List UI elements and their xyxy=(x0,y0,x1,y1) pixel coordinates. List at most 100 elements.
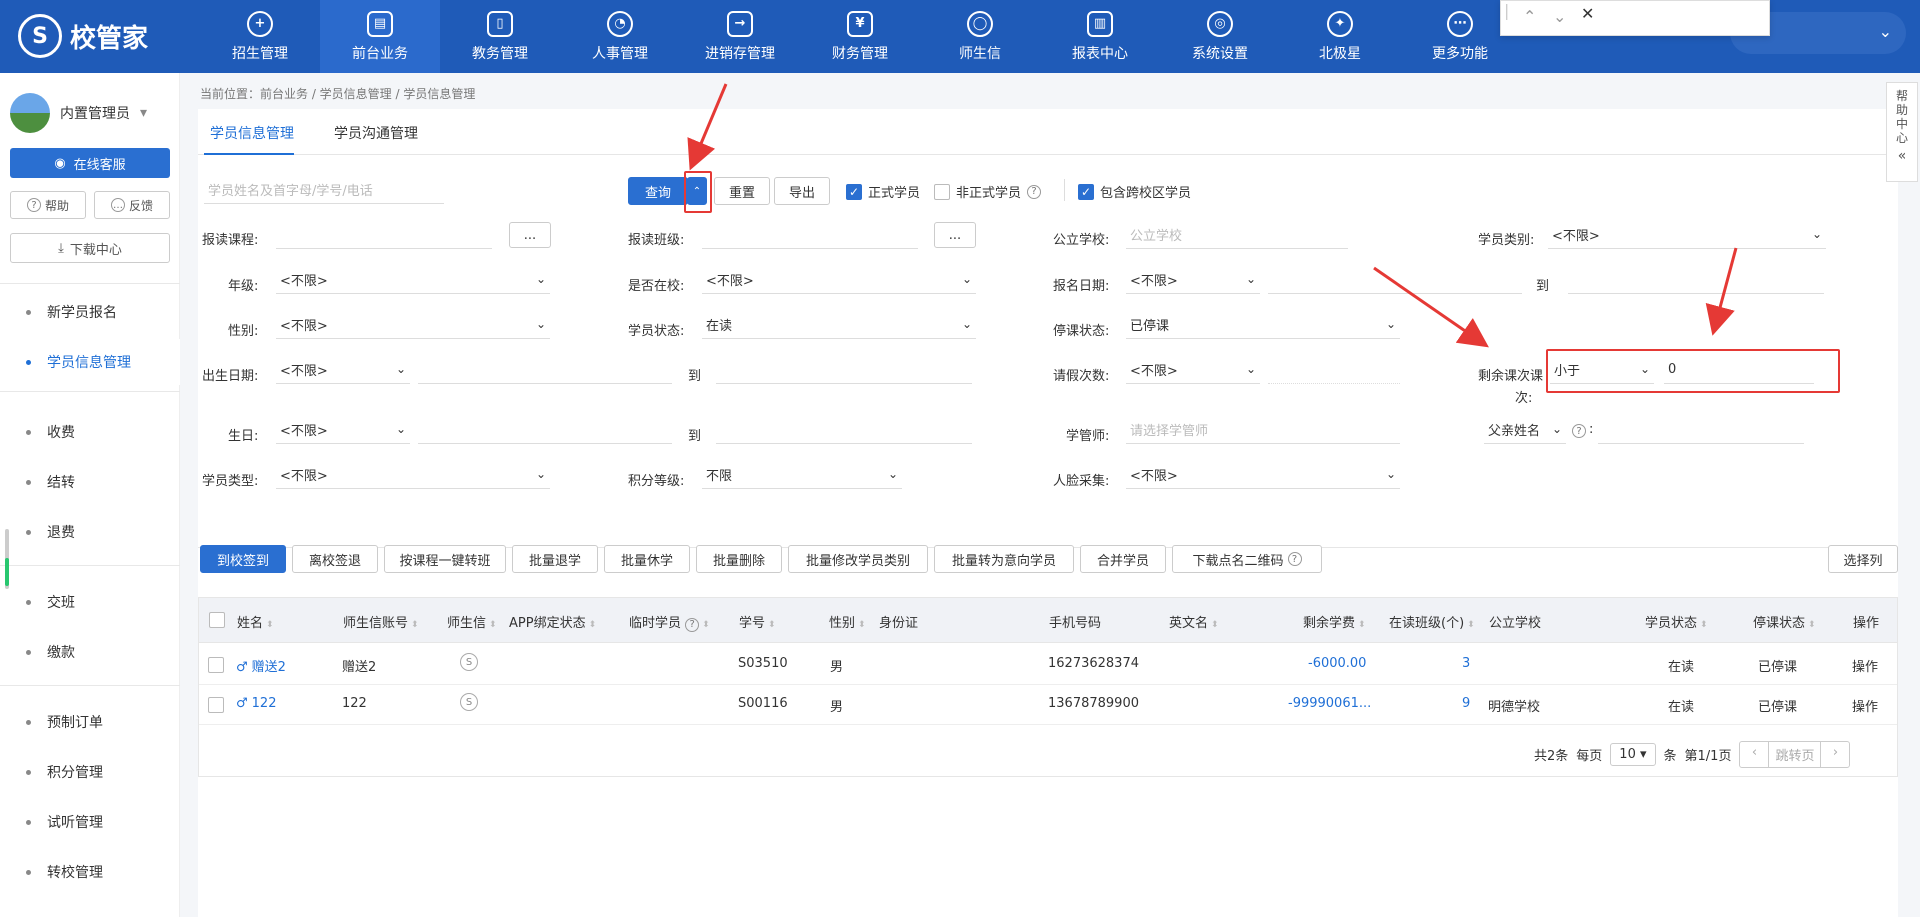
gender-cell: 男 xyxy=(830,660,844,675)
help-center-tab[interactable]: 帮助中心 « xyxy=(1886,82,1918,182)
logo-icon: S xyxy=(18,14,62,58)
phone-cell: 16273628374 xyxy=(1048,656,1139,671)
nav-polaris[interactable]: ✦ 北极星 xyxy=(1280,0,1400,73)
person-icon: ◔ xyxy=(607,10,633,37)
close-icon[interactable]: ✕ xyxy=(1581,4,1594,23)
user-name: 内置管理员 xyxy=(60,106,130,122)
batch-suspend-button[interactable]: 批量休学 xyxy=(604,545,690,573)
nav-settings[interactable]: ◎ 系统设置 xyxy=(1160,0,1280,73)
chevron-up-icon[interactable]: ⌃ xyxy=(1523,7,1536,26)
batch-withdraw-button[interactable]: 批量退学 xyxy=(512,545,598,573)
next-page-icon[interactable]: › xyxy=(1821,742,1849,767)
menu-divider xyxy=(0,391,180,392)
student-name-link[interactable]: ♂ 赠送2 xyxy=(236,656,286,675)
scrollbar-thumb[interactable] xyxy=(5,558,9,586)
bullet xyxy=(26,719,31,725)
check-out-button[interactable]: 离校签退 xyxy=(292,545,378,573)
batch-to-intent-button[interactable]: 批量转为意向学员 xyxy=(934,545,1074,573)
more-icon: ⋯ xyxy=(1447,10,1473,37)
menu-trial[interactable]: 试听管理 xyxy=(0,799,180,845)
top-nav-bar: S 校管家 + 招生管理 ▤ 前台业务 ▯ 教务管理 ◔ 人事管理 → 进销存管理 ¥ 财务… xyxy=(0,0,1920,73)
col-fee[interactable]: 剩余学费 ⬍ xyxy=(1303,612,1366,631)
user-profile[interactable]: 内置管理员 ▾ xyxy=(10,93,147,133)
page-size-select[interactable]: 10 ▾ xyxy=(1610,743,1656,766)
find-popup: | ⌃ ⌄ ✕ xyxy=(1500,0,1770,36)
menu-charge[interactable]: 收费 xyxy=(0,409,180,455)
select-all-checkbox[interactable] xyxy=(209,612,225,628)
check-in-button[interactable]: 到校签到 xyxy=(200,545,286,573)
menu-transfer[interactable]: 转校管理 xyxy=(0,849,180,895)
col-id: 身份证 xyxy=(879,616,919,631)
col-status[interactable]: 学员状态 ⬍ xyxy=(1645,612,1708,631)
question-icon: ? xyxy=(1287,552,1302,566)
nav-finance[interactable]: ¥ 财务管理 xyxy=(800,0,920,73)
download-qr-button[interactable]: 下载点名二维码? xyxy=(1172,545,1322,573)
logo-text: 校管家 xyxy=(70,23,149,54)
help-button[interactable]: ? 帮助 xyxy=(10,191,86,219)
batch-change-category-button[interactable]: 批量修改学员类别 xyxy=(788,545,928,573)
status-cell: 在读 xyxy=(1668,700,1695,715)
col-english-name[interactable]: 英文名 ⬍ xyxy=(1169,612,1219,631)
col-student-no[interactable]: 学号 ⬍ xyxy=(739,612,776,631)
classes-cell[interactable]: 3 xyxy=(1462,656,1470,671)
merge-student-button[interactable]: 合并学员 xyxy=(1080,545,1166,573)
feedback-icon: … xyxy=(110,198,125,212)
operation-button[interactable]: 操作 xyxy=(1852,696,1878,715)
table-row[interactable]: ♂ 122 122 S S00116 男 13678789900 -9999006… xyxy=(198,685,1898,725)
app-logo[interactable]: S 校管家 xyxy=(18,14,148,58)
choose-columns-button[interactable]: 选择列 xyxy=(1828,545,1898,573)
col-temp[interactable]: 临时学员 ? ⬍ xyxy=(629,612,710,632)
sort-icon: ⬍ xyxy=(1358,620,1366,630)
online-service-button[interactable]: ◉ 在线客服 xyxy=(10,148,170,178)
question-icon: ? xyxy=(26,198,41,212)
row-checkbox[interactable] xyxy=(208,697,224,713)
nav-front-desk[interactable]: ▤ 前台业务 xyxy=(320,0,440,73)
menu-new-student[interactable]: 新学员报名 xyxy=(0,289,180,335)
col-app-bind[interactable]: APP绑定状态 ⬍ xyxy=(509,612,596,631)
menu-preorder[interactable]: 预制订单 xyxy=(0,699,180,745)
classes-cell[interactable]: 9 xyxy=(1462,696,1470,711)
nav-hr[interactable]: ◔ 人事管理 xyxy=(560,0,680,73)
inventory-icon: → xyxy=(727,10,753,37)
nav-messages[interactable]: ◯ 师生信 xyxy=(920,0,1040,73)
student-name-link[interactable]: ♂ 122 xyxy=(236,696,276,711)
col-suspend[interactable]: 停课状态 ⬍ xyxy=(1753,612,1816,631)
menu-points[interactable]: 积分管理 xyxy=(0,749,180,795)
status-cell: 在读 xyxy=(1668,660,1695,675)
menu-refund[interactable]: 退费 xyxy=(0,509,180,555)
message-icon: ◯ xyxy=(967,10,993,37)
menu-payment[interactable]: 缴款 xyxy=(0,629,180,675)
feedback-button[interactable]: … 反馈 xyxy=(94,191,170,219)
col-gender[interactable]: 性别 ⬍ xyxy=(829,612,866,631)
row-checkbox[interactable] xyxy=(208,657,224,673)
col-wechat[interactable]: 师生信 ⬍ xyxy=(447,612,497,631)
menu-student-info[interactable]: 学员信息管理 xyxy=(0,339,180,385)
operation-button[interactable]: 操作 xyxy=(1852,656,1878,675)
transfer-class-button[interactable]: 按课程一键转班 xyxy=(384,545,506,573)
phone-cell: 13678789900 xyxy=(1048,696,1139,711)
chevron-down-icon[interactable]: ⌄ xyxy=(1553,7,1566,26)
table-row[interactable]: ♂ 赠送2 赠送2 S S03510 男 16273628374 -6000.00… xyxy=(198,645,1898,685)
suspend-cell: 已停课 xyxy=(1758,660,1798,675)
nav-inventory[interactable]: → 进销存管理 xyxy=(680,0,800,73)
batch-delete-button[interactable]: 批量删除 xyxy=(696,545,782,573)
nav-academic[interactable]: ▯ 教务管理 xyxy=(440,0,560,73)
fee-cell[interactable]: -6000.00 xyxy=(1308,656,1366,671)
fee-cell[interactable]: -99990061... xyxy=(1288,696,1371,711)
account-cell: 122 xyxy=(342,696,367,711)
unit-label: 条 xyxy=(1663,749,1677,764)
account-cell: 赠送2 xyxy=(342,660,377,675)
col-account[interactable]: 师生信账号 ⬍ xyxy=(343,612,419,631)
col-name[interactable]: 姓名 ⬍ xyxy=(237,612,274,631)
menu-handover[interactable]: 交班 xyxy=(0,579,180,625)
download-center-button[interactable]: ⤓ 下载中心 xyxy=(10,233,170,263)
menu-carry-over[interactable]: 结转 xyxy=(0,459,180,505)
gear-icon: ◎ xyxy=(1207,10,1233,37)
bullet xyxy=(26,529,31,535)
bullet xyxy=(26,359,31,365)
nav-recruit[interactable]: + 招生管理 xyxy=(200,0,320,73)
nav-reports[interactable]: ▥ 报表中心 xyxy=(1040,0,1160,73)
prev-page-icon[interactable]: ‹ xyxy=(1740,742,1768,767)
jump-page-input[interactable]: 跳转页 xyxy=(1768,742,1822,767)
col-classes[interactable]: 在读班级(个) ⬍ xyxy=(1389,612,1475,631)
